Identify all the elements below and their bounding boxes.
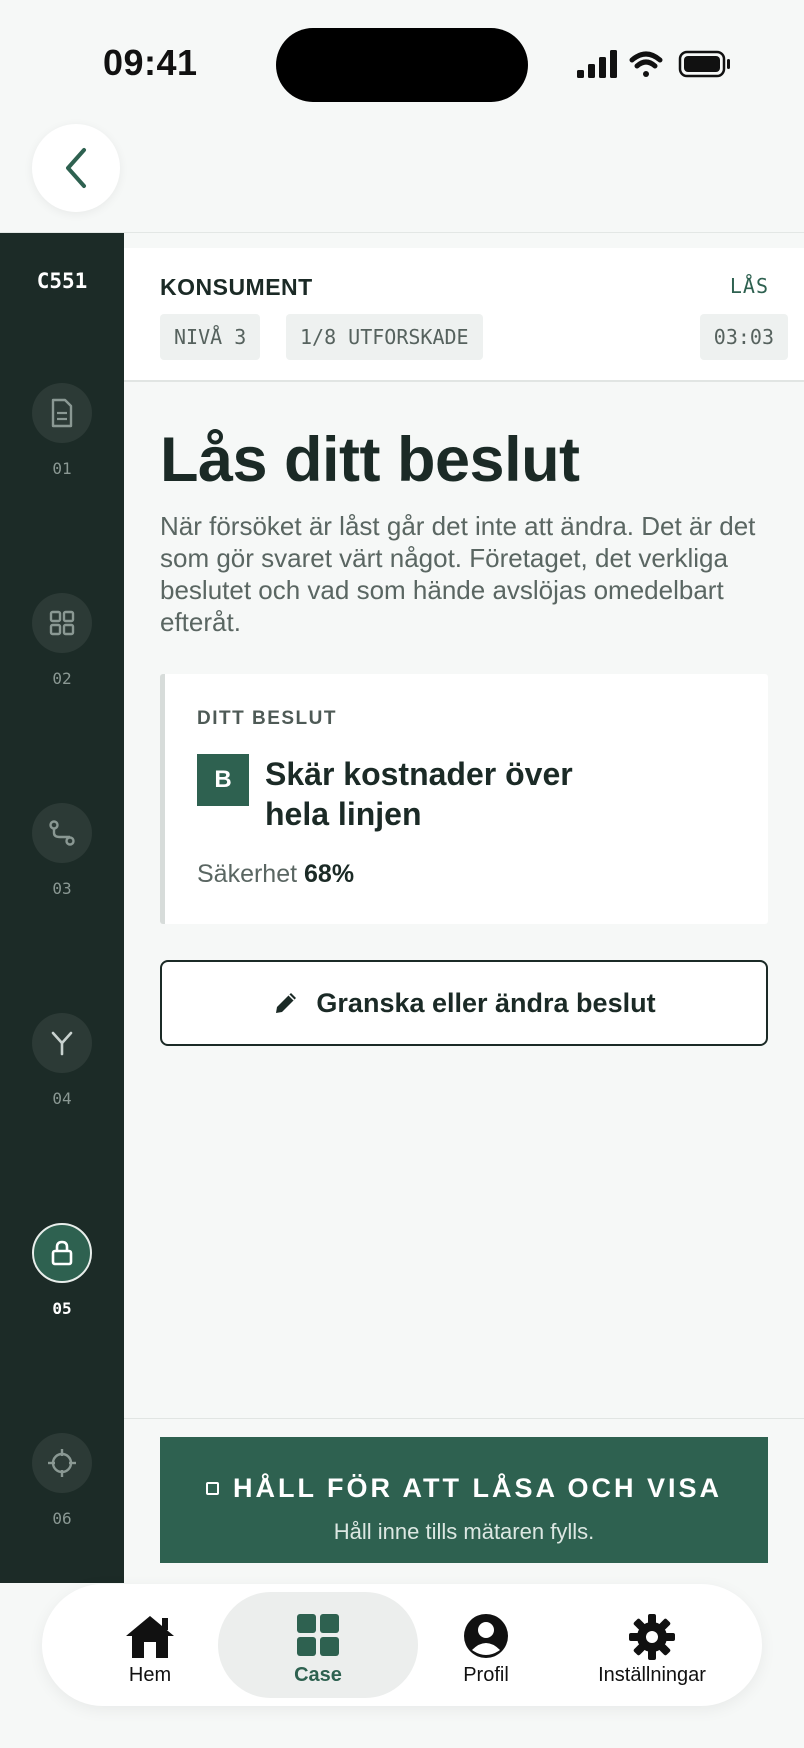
confidence: Säkerhet 68% (197, 860, 354, 889)
step-circle (32, 1013, 92, 1073)
signal-icon (577, 50, 617, 78)
step-circle (32, 593, 92, 653)
lock-link[interactable]: LÅS (730, 274, 769, 298)
step-circle (32, 383, 92, 443)
hold-to-lock-button[interactable]: HÅLL FÖR ATT LÅSA OCH VISA Håll inne til… (160, 1437, 768, 1563)
page-description: När försöket är låst går det inte att än… (160, 511, 756, 637)
grid-icon (49, 610, 75, 636)
review-decision-button[interactable]: Granska eller ändra beslut (160, 960, 768, 1046)
square-icon (206, 1482, 219, 1495)
pencil-icon (276, 993, 297, 1013)
case-title: KONSUMENT (160, 274, 313, 300)
decision-label: DITT BESLUT (197, 708, 337, 729)
back-button[interactable] (32, 124, 120, 212)
tab-settings[interactable]: Inställningar (552, 1592, 752, 1698)
step-number: 01 (52, 459, 72, 478)
lock-icon (51, 1240, 73, 1266)
case-code: C551 (36, 269, 88, 293)
step-circle (32, 803, 92, 863)
explored-chip: 1/8 UTFORSKADE (286, 314, 483, 360)
option-badge: B (197, 754, 249, 806)
step-number: 04 (52, 1089, 72, 1108)
step-number: 05 (52, 1299, 72, 1318)
confidence-value: 68% (304, 860, 355, 888)
step-circle-active (32, 1223, 92, 1283)
step-circle (32, 1433, 92, 1493)
confidence-label: Säkerhet (197, 860, 298, 888)
status-time: 09:41 (103, 42, 198, 83)
page-title: Lås ditt beslut (160, 425, 580, 495)
level-chip: NIVÅ 3 (160, 314, 261, 360)
timer-chip: 03:03 (699, 314, 788, 360)
wifi-icon (629, 51, 663, 77)
gear-icon (552, 1612, 752, 1662)
hold-button-subtitle: Håll inne tills mätaren fylls. (333, 1519, 595, 1544)
fork-icon (51, 1031, 73, 1056)
tab-label: Inställningar (598, 1664, 706, 1686)
crosshair-icon (48, 1449, 76, 1477)
decision-card: DITT BESLUT B Skär kostnader över hela l… (160, 674, 768, 924)
document-icon (51, 398, 73, 428)
status-bar: 09:41 (0, 0, 804, 120)
step-number: 03 (52, 879, 72, 898)
step-number: 02 (52, 669, 72, 688)
case-header: KONSUMENT LÅS NIVÅ 3 1/8 UTFORSKADE 03:0… (124, 248, 804, 382)
divider (124, 1418, 804, 1419)
hold-button-title-row: HÅLL FÖR ATT LÅSA OCH VISA (160, 1473, 768, 1504)
review-button-label: Granska eller ändra beslut (316, 987, 656, 1018)
battery-icon (678, 50, 730, 78)
step-rail: C551 01 02 03 04 05 06 (0, 233, 124, 1583)
option-text: Skär kostnader över hela linjen (265, 756, 573, 832)
route-icon (49, 820, 75, 846)
hold-button-title: HÅLL FÖR ATT LÅSA OCH VISA (233, 1473, 722, 1503)
tab-bar: Hem Case Profil Inställningar (42, 1584, 762, 1706)
status-icons (574, 46, 734, 86)
dynamic-island (276, 28, 528, 102)
chevron-left-icon (66, 148, 86, 188)
step-number: 06 (52, 1509, 72, 1528)
